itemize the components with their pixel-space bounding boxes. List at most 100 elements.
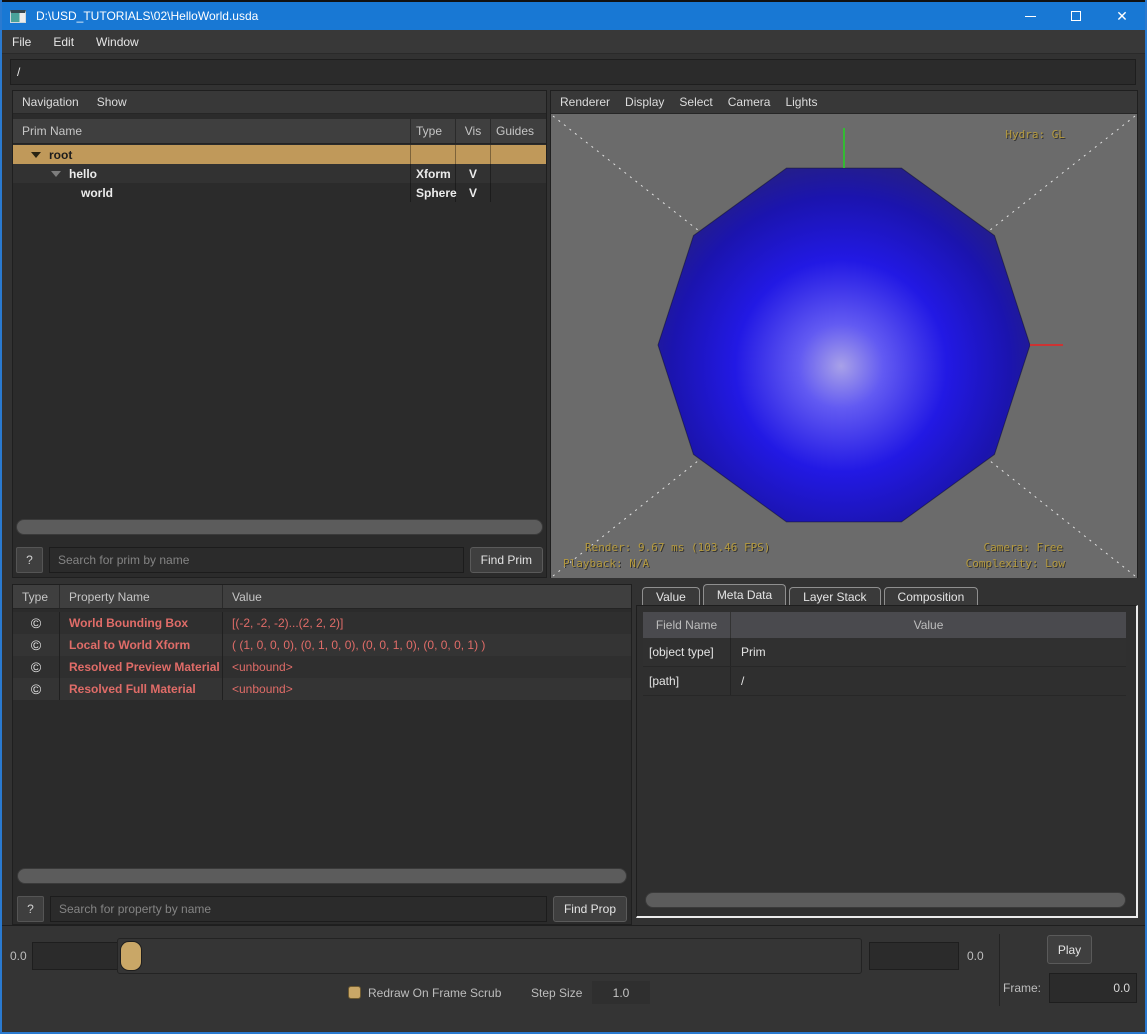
- meta-tab-bar: Value Meta Data Layer Stack Composition: [642, 584, 978, 605]
- prim-path-input[interactable]: [10, 59, 1136, 85]
- prim-name: world: [81, 186, 113, 200]
- property-row[interactable]: © World Bounding Box [(-2, -2, -2)...(2,…: [13, 612, 631, 634]
- column-value[interactable]: Value: [223, 585, 631, 608]
- composed-icon: ©: [13, 656, 60, 678]
- prim-name: root: [49, 148, 72, 162]
- tree-menubar: Navigation Show: [13, 91, 546, 114]
- timeline-bar: 0.0 0.0 Play Frame: Redraw On Frame Scru…: [2, 925, 1145, 1031]
- tree-row-root[interactable]: root: [13, 145, 546, 164]
- viewport-render-area[interactable]: Hydra: GL Render: 9.67 ms (103.46 FPS) P…: [551, 114, 1137, 578]
- property-row[interactable]: © Resolved Full Material <unbound>: [13, 678, 631, 700]
- menu-lights[interactable]: Lights: [785, 95, 817, 109]
- property-row[interactable]: © Local to World Xform ( (1, 0, 0, 0), (…: [13, 634, 631, 656]
- meta-row-object-type[interactable]: [object type] Prim: [643, 638, 1126, 667]
- property-search-input[interactable]: [50, 896, 547, 922]
- composed-icon: ©: [13, 612, 60, 634]
- menu-navigation[interactable]: Navigation: [22, 95, 79, 109]
- prim-type: Sphere: [411, 183, 456, 202]
- menu-display[interactable]: Display: [625, 95, 664, 109]
- property-value: ( (1, 0, 0, 0), (0, 1, 0, 0), (0, 0, 1, …: [223, 634, 631, 656]
- prim-search-help-button[interactable]: ?: [16, 547, 43, 573]
- menu-edit[interactable]: Edit: [53, 35, 74, 49]
- prim-name: hello: [69, 167, 97, 181]
- column-type[interactable]: Type: [411, 119, 456, 143]
- hud-render-time: Render: 9.67 ms (103.46 FPS): [585, 541, 770, 554]
- play-button[interactable]: Play: [1047, 935, 1092, 964]
- tab-composition[interactable]: Composition: [884, 587, 979, 605]
- hud-complexity: Complexity: Low: [966, 557, 1065, 570]
- close-icon: ✕: [1116, 9, 1128, 23]
- meta-field: [object type]: [643, 638, 731, 666]
- frame-label: Frame:: [1003, 981, 1041, 995]
- prim-guides: [491, 145, 546, 164]
- tab-value[interactable]: Value: [642, 587, 700, 605]
- prim-browser-panel: Navigation Show Prim Name Type Vis Guide…: [12, 90, 547, 578]
- meta-row-path[interactable]: [path] /: [643, 667, 1126, 696]
- viewport-menubar: Renderer Display Select Camera Lights: [551, 91, 1137, 114]
- column-value[interactable]: Value: [731, 612, 1126, 638]
- frame-input[interactable]: [1049, 973, 1137, 1003]
- tree-column-header: Prim Name Type Vis Guides: [13, 119, 546, 144]
- menu-file[interactable]: File: [12, 35, 31, 49]
- menu-show[interactable]: Show: [97, 95, 127, 109]
- minimize-icon: [1025, 16, 1036, 17]
- tree-row-world[interactable]: world Sphere V: [13, 183, 546, 202]
- column-property-name[interactable]: Property Name: [60, 585, 223, 608]
- range-start-input[interactable]: [32, 942, 120, 970]
- property-horizontal-scrollbar[interactable]: [17, 868, 627, 884]
- prim-vis[interactable]: V: [456, 183, 491, 202]
- menubar: File Edit Window: [2, 30, 1145, 54]
- range-start-label: 0.0: [10, 949, 27, 963]
- column-guides[interactable]: Guides: [491, 119, 546, 143]
- step-size-label: Step Size: [531, 986, 582, 1000]
- property-value: <unbound>: [223, 656, 631, 678]
- prim-type: [411, 145, 456, 164]
- maximize-button[interactable]: [1053, 2, 1099, 30]
- minimize-button[interactable]: [1007, 2, 1053, 30]
- menu-select[interactable]: Select: [679, 95, 712, 109]
- titlebar: D:\USD_TUTORIALS\02\HelloWorld.usda ✕: [2, 0, 1145, 30]
- property-name: Resolved Full Material: [60, 678, 223, 700]
- column-vis[interactable]: Vis: [456, 119, 491, 143]
- property-name: Resolved Preview Material: [60, 656, 223, 678]
- prim-guides: [491, 183, 546, 202]
- hud-camera: Camera: Free: [984, 541, 1063, 554]
- column-type[interactable]: Type: [13, 585, 60, 608]
- timeline-divider: [999, 934, 1000, 1006]
- frame-slider[interactable]: [117, 938, 862, 974]
- column-prim-name[interactable]: Prim Name: [13, 119, 411, 143]
- prim-vis[interactable]: [456, 145, 491, 164]
- expander-down-icon[interactable]: [51, 171, 61, 177]
- viewport-panel: Renderer Display Select Camera Lights: [550, 90, 1138, 578]
- slider-handle[interactable]: [120, 941, 142, 971]
- prim-search-input[interactable]: [49, 547, 464, 573]
- hud-playback: Playback: N/A: [563, 557, 649, 570]
- step-size-input[interactable]: [592, 981, 650, 1004]
- property-search-help-button[interactable]: ?: [17, 896, 44, 922]
- find-prim-button[interactable]: Find Prim: [470, 547, 543, 573]
- property-row[interactable]: © Resolved Preview Material <unbound>: [13, 656, 631, 678]
- property-panel: Type Property Name Value © World Boundin…: [12, 584, 632, 925]
- viewport-scene: [551, 114, 1137, 578]
- range-end-label: 0.0: [967, 949, 984, 963]
- close-button[interactable]: ✕: [1099, 2, 1145, 30]
- sphere-geometry[interactable]: [658, 168, 1030, 522]
- tab-layer-stack[interactable]: Layer Stack: [789, 587, 880, 605]
- prim-vis[interactable]: V: [456, 164, 491, 183]
- app-window: D:\USD_TUTORIALS\02\HelloWorld.usda ✕ Fi…: [0, 0, 1147, 1034]
- menu-renderer[interactable]: Renderer: [560, 95, 610, 109]
- meta-horizontal-scrollbar[interactable]: [645, 892, 1126, 908]
- window-title: D:\USD_TUTORIALS\02\HelloWorld.usda: [36, 9, 258, 23]
- range-end-input[interactable]: [869, 942, 959, 970]
- meta-value: Prim: [731, 638, 1126, 666]
- expander-down-icon[interactable]: [31, 152, 41, 158]
- redraw-checkbox[interactable]: [348, 986, 361, 999]
- path-bar: [2, 54, 1145, 90]
- menu-window[interactable]: Window: [96, 35, 139, 49]
- tab-meta-data[interactable]: Meta Data: [703, 584, 786, 605]
- column-field-name[interactable]: Field Name: [643, 612, 731, 638]
- tree-row-hello[interactable]: hello Xform V: [13, 164, 546, 183]
- find-prop-button[interactable]: Find Prop: [553, 896, 627, 922]
- tree-horizontal-scrollbar[interactable]: [16, 519, 543, 535]
- menu-camera[interactable]: Camera: [728, 95, 771, 109]
